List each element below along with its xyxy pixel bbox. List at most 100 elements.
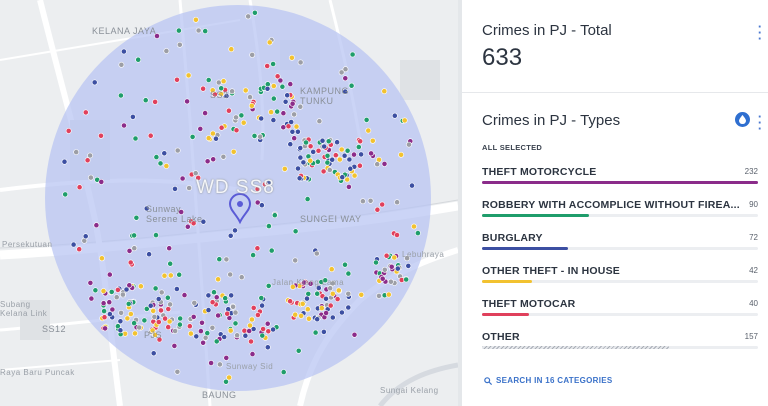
crime-point bbox=[280, 369, 287, 375]
crime-point bbox=[319, 137, 326, 144]
crime-point bbox=[126, 247, 133, 254]
crime-point bbox=[146, 251, 152, 258]
crime-point bbox=[345, 304, 352, 311]
crime-point bbox=[117, 318, 124, 325]
total-card-title: Crimes in PJ - Total bbox=[482, 22, 612, 39]
crime-point bbox=[213, 135, 219, 142]
crime-point bbox=[205, 307, 212, 313]
crime-point bbox=[127, 311, 134, 317]
crime-point bbox=[282, 98, 289, 105]
types-card-title: Crimes in PJ - Types bbox=[482, 112, 621, 129]
crime-point bbox=[216, 361, 223, 368]
crime-point bbox=[153, 232, 159, 238]
crime-point bbox=[200, 339, 206, 346]
crime-point bbox=[186, 185, 192, 191]
selection-status: ALL SELECTED bbox=[482, 143, 543, 152]
crime-point bbox=[409, 182, 415, 189]
crime-point bbox=[208, 360, 214, 366]
crime-point bbox=[394, 232, 400, 238]
crime-point bbox=[115, 286, 121, 293]
crime-point bbox=[373, 259, 379, 266]
crime-point bbox=[224, 310, 231, 317]
crime-point bbox=[167, 272, 174, 279]
crime-point bbox=[222, 295, 229, 302]
crime-point bbox=[190, 313, 197, 320]
crime-point bbox=[76, 184, 83, 191]
crime-point bbox=[284, 92, 291, 99]
crime-point bbox=[100, 300, 107, 307]
crime-point bbox=[223, 256, 230, 263]
crime-point bbox=[209, 130, 216, 137]
crime-point bbox=[305, 315, 312, 322]
crime-point bbox=[258, 295, 265, 301]
category-row[interactable]: BURGLARY 72 bbox=[482, 232, 758, 262]
crime-point bbox=[277, 77, 284, 84]
map-label-jalan-klang-lama: Jalan Klang Lama bbox=[272, 278, 345, 287]
crime-point bbox=[249, 52, 256, 58]
crime-point bbox=[338, 146, 345, 153]
crime-point bbox=[312, 329, 319, 336]
crime-point bbox=[336, 156, 343, 163]
crime-point bbox=[254, 312, 261, 318]
total-value: 633 bbox=[482, 44, 523, 71]
crime-point bbox=[270, 95, 277, 102]
crime-point bbox=[155, 319, 162, 325]
crime-point bbox=[345, 270, 352, 277]
map-canvas[interactable] bbox=[0, 0, 458, 406]
category-bar-track bbox=[482, 247, 758, 250]
crime-point bbox=[374, 206, 381, 213]
category-row[interactable]: OTHER 157 bbox=[482, 331, 758, 361]
crime-point bbox=[165, 324, 172, 330]
drop-icon[interactable] bbox=[735, 112, 750, 127]
crime-point bbox=[167, 260, 174, 267]
crime-point bbox=[240, 119, 247, 126]
crime-point bbox=[158, 307, 164, 314]
map-label-raya-baru-puncak: Raya Baru Puncak bbox=[0, 368, 75, 377]
crime-point bbox=[181, 292, 188, 298]
crime-point bbox=[248, 338, 254, 345]
crime-point bbox=[334, 296, 341, 302]
map-view[interactable]: KELANA JAYA SS3 KAMPUNG TUNKU WD SS8 Sun… bbox=[0, 0, 458, 406]
crime-point bbox=[106, 299, 113, 306]
crime-point bbox=[121, 48, 127, 55]
crime-point bbox=[241, 327, 248, 334]
crime-point bbox=[391, 112, 398, 119]
crime-point bbox=[98, 132, 104, 139]
crime-point bbox=[305, 290, 312, 297]
crime-point bbox=[270, 117, 277, 123]
crime-point bbox=[127, 259, 134, 266]
crime-point bbox=[186, 323, 193, 330]
crime-point bbox=[150, 350, 157, 357]
crime-point bbox=[332, 152, 339, 159]
kebab-icon[interactable]: · · · bbox=[756, 110, 764, 135]
crime-point bbox=[394, 265, 401, 272]
crime-point bbox=[376, 292, 382, 299]
search-categories-link[interactable]: SEARCH IN 16 CATEGORIES bbox=[484, 376, 613, 385]
crime-point bbox=[101, 314, 108, 321]
crime-point bbox=[227, 232, 234, 239]
kebab-icon[interactable]: · · · bbox=[756, 20, 764, 45]
crime-point bbox=[227, 327, 234, 334]
crime-point bbox=[357, 138, 364, 145]
category-row[interactable]: THEFT MOTOCAR 40 bbox=[482, 298, 758, 328]
crime-point bbox=[271, 212, 278, 219]
crime-point bbox=[124, 315, 131, 322]
crime-point bbox=[108, 288, 115, 295]
crime-point bbox=[324, 159, 331, 166]
crime-point bbox=[121, 122, 127, 129]
category-row[interactable]: ROBBERY WITH ACCOMPLICE WITHOUT FIREA...… bbox=[482, 199, 758, 229]
crime-point bbox=[406, 141, 412, 148]
map-label-subang-kelana: Subang Kelana Link bbox=[0, 300, 48, 318]
crime-point bbox=[174, 147, 181, 154]
crime-point bbox=[220, 78, 227, 85]
category-row[interactable]: THEFT MOTORCYCLE 232 bbox=[482, 166, 758, 196]
category-row[interactable]: OTHER THEFT - IN HOUSE 42 bbox=[482, 265, 758, 295]
crime-point bbox=[152, 99, 158, 105]
crime-point bbox=[358, 151, 364, 158]
crime-point bbox=[368, 150, 374, 157]
crime-point bbox=[192, 16, 199, 23]
crime-point bbox=[298, 312, 304, 319]
crime-point bbox=[254, 245, 261, 252]
crime-point bbox=[184, 223, 191, 230]
crime-point bbox=[161, 150, 168, 157]
